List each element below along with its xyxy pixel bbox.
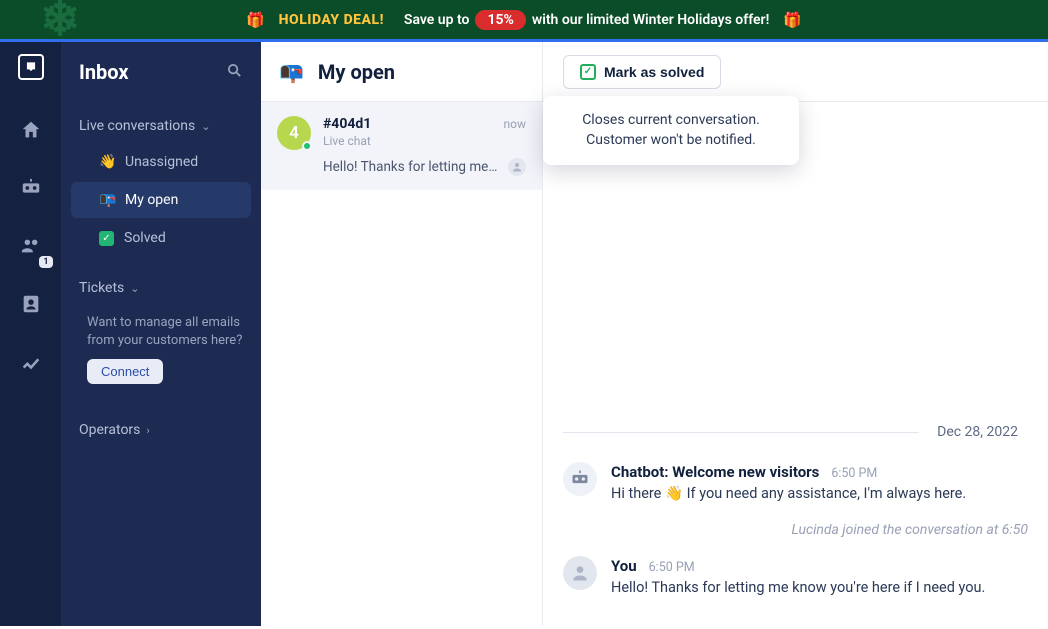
message-author: You xyxy=(611,557,637,575)
contacts-icon[interactable] xyxy=(11,284,51,324)
conversation-preview: Hello! Thanks for letting me kno... xyxy=(323,159,500,175)
online-dot-icon xyxy=(302,141,312,151)
gift-icon: 🎁 xyxy=(783,11,802,29)
sidebar-group-operators[interactable]: Operators › xyxy=(61,414,261,446)
sidebar-group-live[interactable]: Live conversations ⌄ xyxy=(61,110,261,142)
conversation-card[interactable]: 4 #404d1 now Live chat Hello! Thanks for… xyxy=(261,102,542,190)
chevron-right-icon: › xyxy=(146,424,149,437)
conversation-list-header: 📭 My open xyxy=(261,42,542,102)
banner-save-text: Save up to xyxy=(404,12,470,28)
conversation-list-title: My open xyxy=(318,60,395,84)
chat-message: You 6:50 PM Hello! Thanks for letting me… xyxy=(563,556,1028,596)
mark-solved-tooltip: Closes current conversation. Customer wo… xyxy=(543,96,799,165)
message-time: 6:50 PM xyxy=(831,466,877,481)
date-label: Dec 28, 2022 xyxy=(937,424,1028,440)
holiday-banner: ❄ 🎁 HOLIDAY DEAL! Save up to 15% with ou… xyxy=(0,0,1048,42)
app-logo-icon[interactable] xyxy=(18,54,44,80)
banner-percent-badge: 15% xyxy=(475,10,525,30)
sidebar-item-label: My open xyxy=(125,192,178,208)
sidebar-group-tickets-label: Tickets xyxy=(79,280,124,296)
gift-icon: 🎁 xyxy=(246,11,265,29)
conversation-id: #404d1 xyxy=(323,116,371,132)
home-icon[interactable] xyxy=(11,110,51,150)
bot-avatar-icon xyxy=(563,462,597,496)
message-author: Chatbot: Welcome new visitors xyxy=(611,463,819,481)
nav-rail: 1 xyxy=(0,42,61,626)
chat-message: Chatbot: Welcome new visitors 6:50 PM Hi… xyxy=(563,462,1028,502)
mark-solved-label: Mark as solved xyxy=(604,64,704,80)
sidebar-item-my-open[interactable]: 📭 My open xyxy=(71,182,251,218)
conversation-list: 📭 My open 4 #404d1 now Live chat Hello! … xyxy=(261,42,543,626)
chevron-down-icon: ⌄ xyxy=(201,120,210,133)
sidebar-title: Inbox xyxy=(79,60,129,84)
banner-rest-text: with our limited Winter Holidays offer! xyxy=(532,12,769,28)
bot-icon[interactable] xyxy=(11,168,51,208)
sidebar-item-unassigned[interactable]: 👋 Unassigned xyxy=(71,144,251,180)
message-time: 6:50 PM xyxy=(649,560,695,575)
check-icon: ✓ xyxy=(580,64,596,80)
customer-avatar: 4 xyxy=(277,116,311,150)
tickets-description: Want to manage all emails from your cust… xyxy=(61,304,261,357)
conversation-time: now xyxy=(504,117,527,131)
person-icon xyxy=(508,158,526,176)
sidebar-group-live-label: Live conversations xyxy=(79,118,195,134)
mailbox-icon: 📭 xyxy=(99,192,115,208)
conversation-type: Live chat xyxy=(323,134,526,148)
mailbox-icon: 📭 xyxy=(279,60,304,84)
wave-icon: 👋 xyxy=(665,485,683,502)
chat-panel: ✓ Mark as solved Closes current conversa… xyxy=(543,42,1048,626)
date-divider: Dec 28, 2022 xyxy=(563,424,1028,440)
snowflake-icon: ❄ xyxy=(40,0,80,47)
sidebar-group-operators-label: Operators xyxy=(79,422,140,438)
wave-icon: 👋 xyxy=(99,154,115,170)
tooltip-line: Customer won't be notified. xyxy=(565,130,777,150)
sidebar-item-label: Solved xyxy=(124,230,166,246)
chat-body: Dec 28, 2022 Chatbot: Welcome new visito… xyxy=(543,102,1048,626)
check-icon: ✓ xyxy=(99,231,114,246)
person-icon xyxy=(563,556,597,590)
avatar-initial: 4 xyxy=(289,123,299,143)
banner-deal-text: HOLIDAY DEAL! xyxy=(279,12,384,28)
inbox-sidebar: Inbox Live conversations ⌄ 👋 Unassigned … xyxy=(61,42,261,626)
chevron-down-icon: ⌄ xyxy=(130,282,139,295)
message-text: Hi there 👋 If you need any assistance, I… xyxy=(611,485,1028,502)
sidebar-item-solved[interactable]: ✓ Solved xyxy=(71,220,251,256)
sidebar-item-label: Unassigned xyxy=(125,154,198,170)
connect-button[interactable]: Connect xyxy=(87,359,163,384)
group-icon[interactable]: 1 xyxy=(11,226,51,266)
analytics-icon[interactable] xyxy=(11,342,51,382)
search-icon[interactable] xyxy=(226,62,243,83)
group-badge: 1 xyxy=(39,256,52,268)
system-note: Lucinda joined the conversation at 6:50 xyxy=(563,522,1028,538)
chat-header: ✓ Mark as solved xyxy=(543,42,1048,102)
sidebar-group-tickets[interactable]: Tickets ⌄ xyxy=(61,272,261,304)
message-text: Hello! Thanks for letting me know you're… xyxy=(611,579,1028,596)
mark-solved-button[interactable]: ✓ Mark as solved xyxy=(563,55,721,89)
tooltip-line: Closes current conversation. xyxy=(565,110,777,130)
